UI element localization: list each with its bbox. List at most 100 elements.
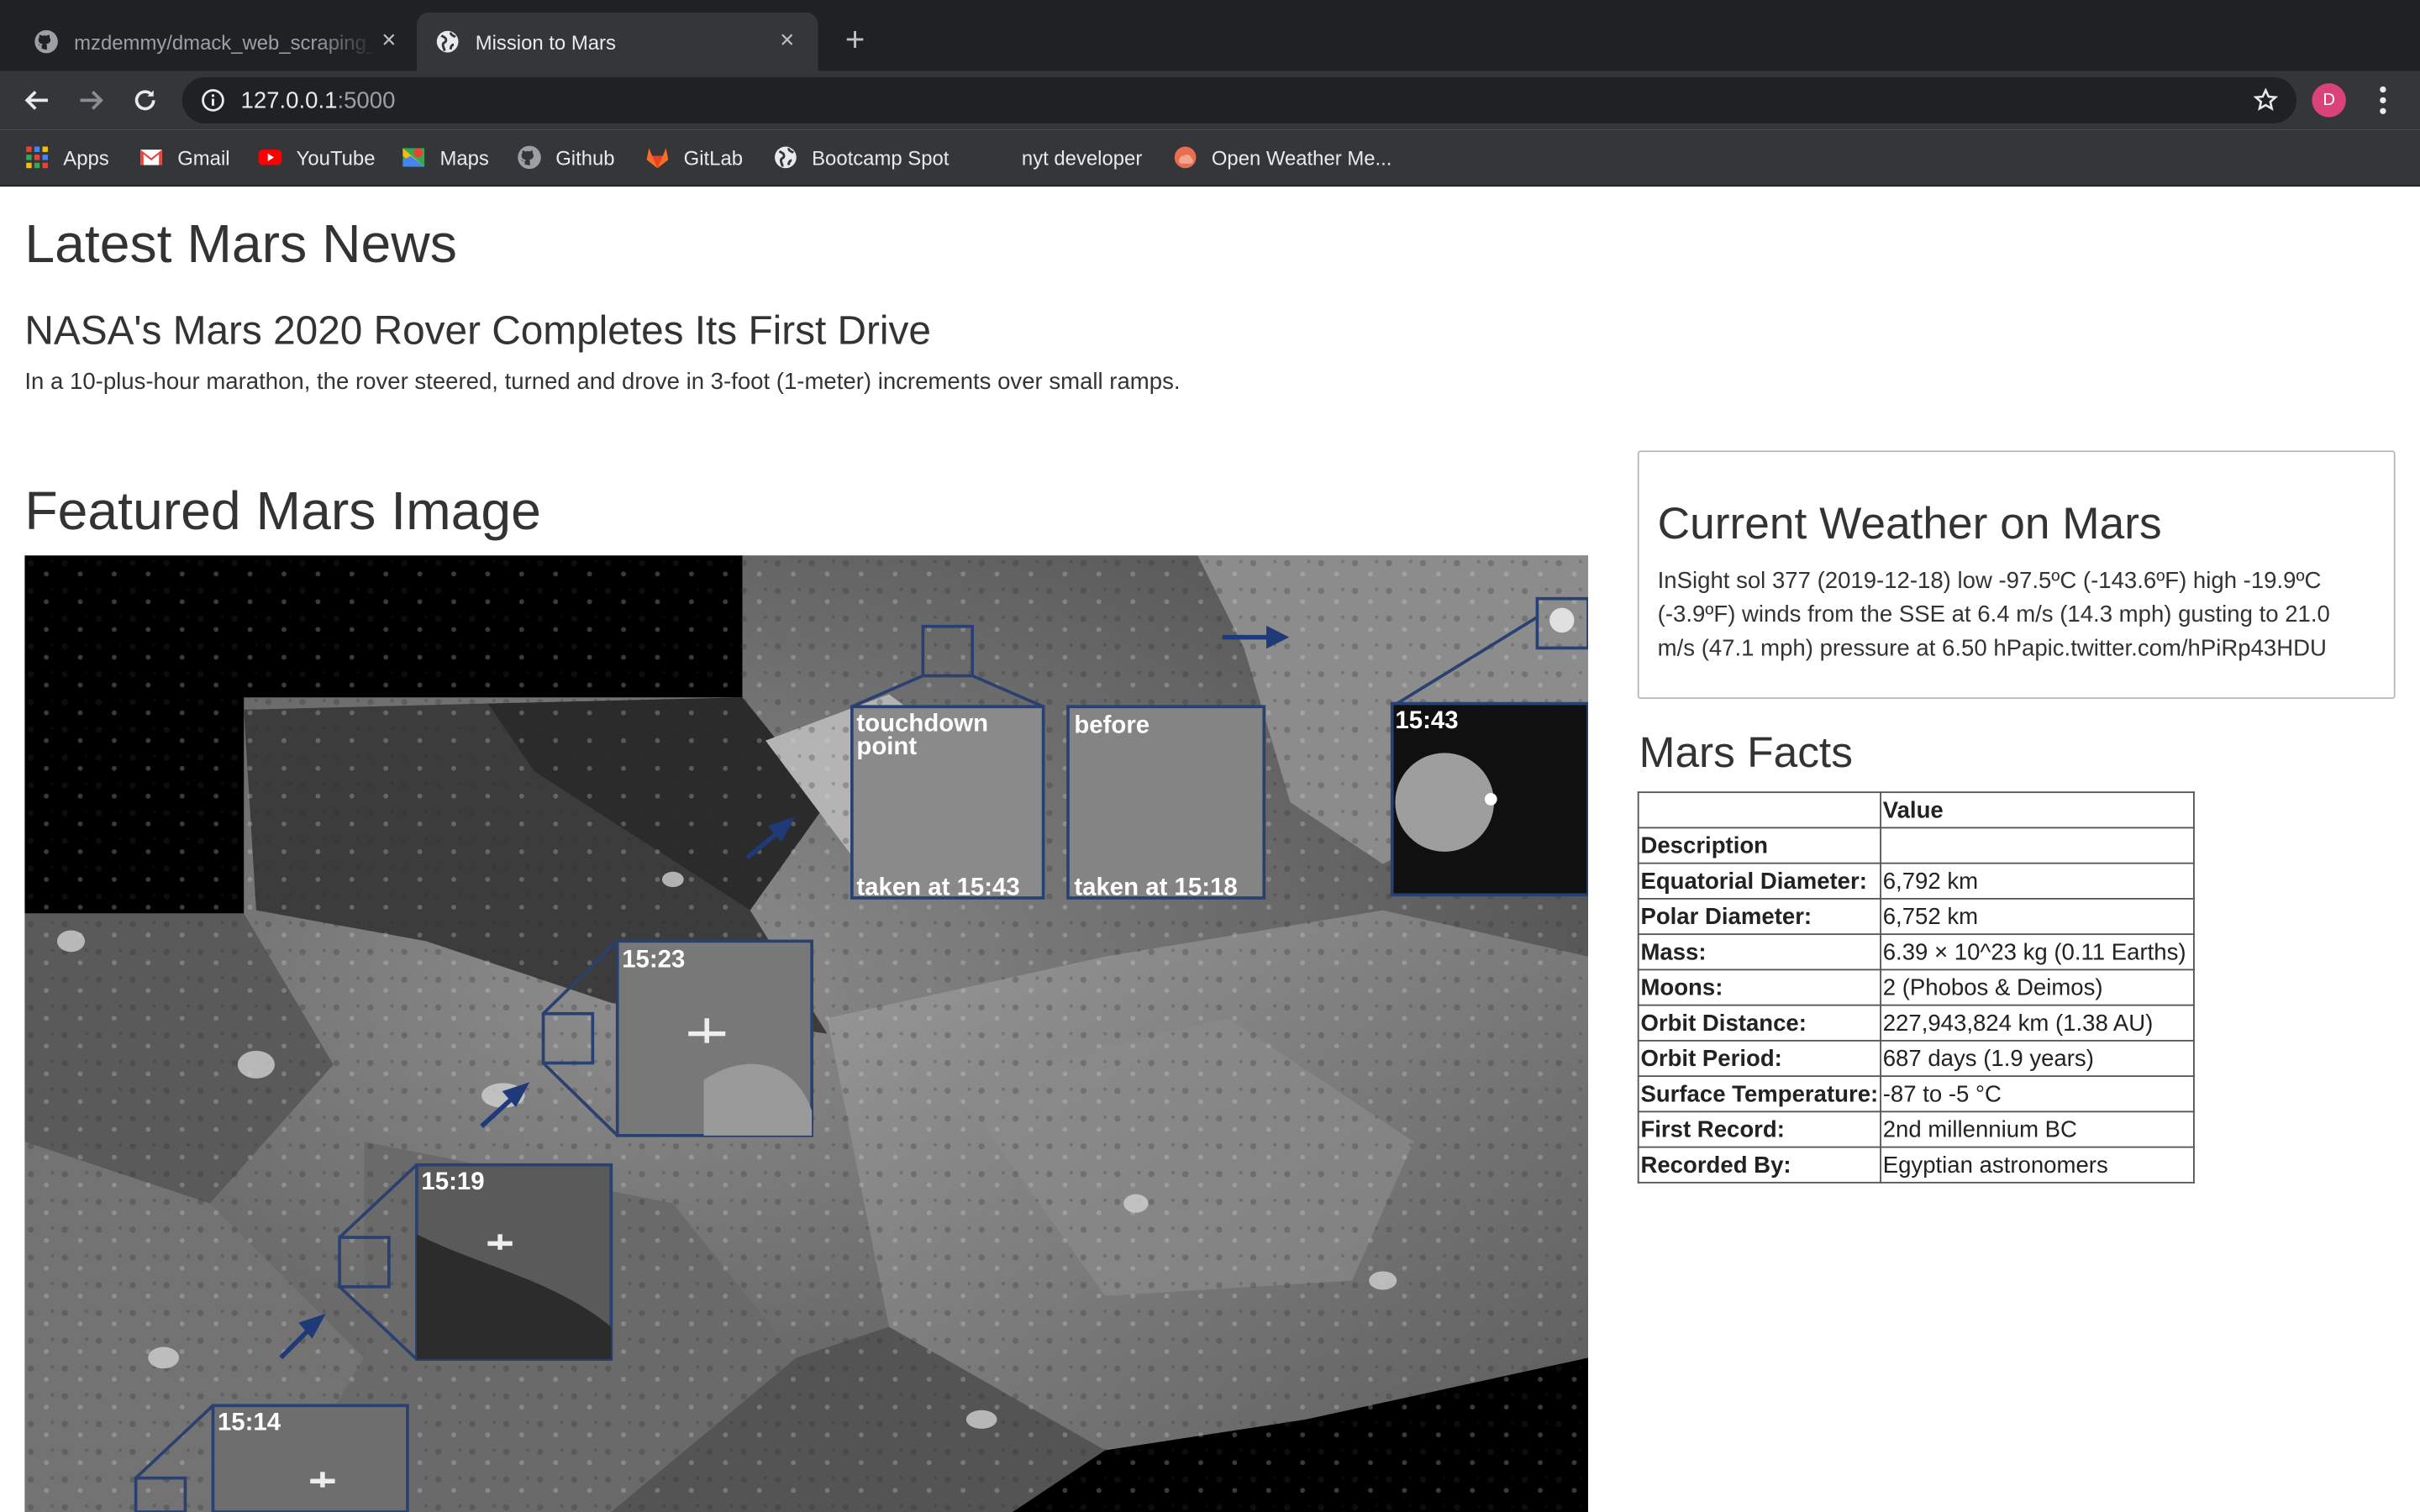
bookmark-label: Github: [555, 145, 615, 170]
tab-mission-to-mars[interactable]: Mission to Mars ×: [416, 12, 818, 71]
maps-icon: [402, 148, 425, 167]
fact-label: Recorded By:: [1637, 1146, 1881, 1184]
fact-value: 6,752 km: [1880, 897, 2195, 936]
label-1543: 15:43: [1395, 706, 1458, 734]
bookmark-nyt-developer[interactable]: nyt developer: [1022, 129, 1142, 185]
table-row: Equatorial Diameter: 6,792 km: [1637, 862, 2195, 900]
bookmark-label: nyt developer: [1021, 145, 1143, 170]
table-header-value: Value: [1880, 791, 2195, 829]
forward-button[interactable]: [72, 81, 109, 118]
fact-value: 2 (Phobos & Deimos): [1880, 969, 2195, 1006]
bookmarks-bar: Apps Gmail YouTube Maps Github GitLab Bo…: [0, 129, 2420, 187]
bookmark-youtube[interactable]: YouTube: [258, 129, 376, 185]
profile-avatar[interactable]: D: [2312, 83, 2346, 118]
mars-facts-table: Value Description Equatorial Diameter: 6,7…: [1637, 791, 2195, 1184]
weather-heading: Current Weather on Mars: [1657, 500, 2162, 549]
table-row: Orbit Distance: 227,943,824 km (1.38 AU): [1637, 1004, 2195, 1042]
fact-value: [1880, 827, 2195, 864]
table-row: Surface Temperature: -87 to -5 °C: [1637, 1075, 2195, 1113]
bookmark-apps[interactable]: Apps: [24, 129, 109, 185]
close-tab-icon[interactable]: ×: [376, 29, 401, 54]
bookmark-open-weather[interactable]: Open Weather Me...: [1173, 129, 1392, 185]
page-content: Latest Mars News NASA's Mars 2020 Rover …: [0, 186, 2420, 1512]
back-button[interactable]: [18, 81, 55, 118]
reload-button[interactable]: [127, 81, 164, 118]
info-icon[interactable]: [201, 88, 225, 113]
fact-value: 6,792 km: [1880, 862, 2195, 900]
gmail-icon: [140, 150, 162, 165]
openweather-icon: [1174, 146, 1197, 169]
featured-mars-image: touchdown point taken at 15:43 before ta…: [24, 555, 1589, 1512]
table-row: Description: [1637, 827, 2195, 864]
fact-value: -87 to -5 °C: [1880, 1075, 2195, 1113]
fact-label: Orbit Distance:: [1637, 1004, 1881, 1042]
label-point: point: [856, 732, 917, 760]
bookmark-github[interactable]: Github: [517, 129, 615, 185]
news-teaser: In a 10-plus-hour marathon, the rover st…: [24, 368, 1181, 396]
bookmark-label: Maps: [439, 145, 489, 170]
close-tab-icon[interactable]: ×: [775, 29, 799, 54]
url-port: :5000: [337, 87, 396, 114]
fact-value: 227,943,824 km (1.38 AU): [1880, 1004, 2195, 1042]
fact-value: 2nd millennium BC: [1880, 1110, 2195, 1148]
weather-report: InSight sol 377 (2019-12-18) low -97.5ºC…: [1657, 567, 2330, 662]
fact-label: Mass:: [1637, 933, 1881, 971]
fact-value: 6.39 × 10^23 kg (0.11 Earths): [1880, 933, 2195, 971]
fact-value: Egyptian astronomers: [1880, 1146, 2195, 1184]
bookmark-label: Bootcamp Spot: [812, 145, 950, 170]
menu-kebab-icon[interactable]: [2370, 83, 2395, 117]
arrow-left-icon: [24, 90, 48, 110]
comet-landing-mosaic: touchdown point taken at 15:43 before ta…: [24, 555, 1589, 1512]
facts-heading: Mars Facts: [1639, 727, 1853, 776]
bookmark-star-icon[interactable]: [2253, 87, 2279, 113]
url-text: 127.0.0.1:5000: [241, 87, 396, 113]
table-header-row: Value: [1637, 791, 2195, 829]
fact-label: First Record:: [1637, 1110, 1881, 1148]
label-1514: 15:14: [218, 1409, 281, 1436]
fact-label: Description: [1637, 827, 1881, 864]
fact-label: Moons:: [1637, 969, 1881, 1006]
bookmark-bootcamp-spot[interactable]: Bootcamp Spot: [773, 129, 949, 185]
github-icon: [518, 145, 541, 170]
new-tab-button[interactable]: +: [837, 21, 874, 59]
label-taken-1518: taken at 15:18: [1074, 873, 1237, 900]
tab-title: mzdemmy/dmack_web_scraping_challenge: [74, 29, 377, 54]
bookmark-label: Apps: [63, 145, 109, 170]
table-row: Moons: 2 (Phobos & Deimos): [1637, 969, 2195, 1006]
facts-table-body: Description Equatorial Diameter: 6,792 km P…: [1637, 827, 2195, 1184]
news-title: NASA's Mars 2020 Rover Completes Its Fir…: [24, 307, 931, 354]
label-before: before: [1074, 711, 1150, 738]
arrow-right-icon: [80, 90, 103, 110]
browser-toolbar: 127.0.0.1:5000 D: [0, 71, 2420, 130]
table-row: First Record: 2nd millennium BC: [1637, 1110, 2195, 1148]
fact-label: Polar Diameter:: [1637, 897, 1881, 936]
bookmark-label: Gmail: [177, 145, 230, 170]
table-row: Orbit Period: 687 days (1.9 years): [1637, 1039, 2195, 1078]
gitlab-icon: [646, 148, 669, 169]
table-row: Mass: 6.39 × 10^23 kg (0.11 Earths): [1637, 933, 2195, 971]
tab-title: Mission to Mars: [475, 29, 616, 54]
bookmark-label: YouTube: [296, 145, 376, 170]
fact-label: Orbit Period:: [1637, 1039, 1881, 1078]
globe-icon: [775, 146, 797, 169]
fact-value: 687 days (1.9 years): [1880, 1039, 2195, 1078]
bookmark-maps[interactable]: Maps: [402, 129, 489, 185]
bookmark-gmail[interactable]: Gmail: [139, 129, 230, 185]
fact-label: Equatorial Diameter:: [1637, 862, 1881, 900]
fact-label: Surface Temperature:: [1637, 1075, 1881, 1113]
tab-github[interactable]: mzdemmy/dmack_web_scraping_challenge ×: [15, 13, 419, 71]
news-heading: Latest Mars News: [24, 214, 457, 275]
apps-grid-icon: [26, 146, 48, 169]
bookmark-gitlab[interactable]: GitLab: [645, 129, 743, 185]
featured-image-heading: Featured Mars Image: [24, 481, 541, 542]
github-icon: [34, 29, 58, 54]
table-row: Polar Diameter: 6,752 km: [1637, 897, 2195, 936]
weather-panel: Current Weather on Mars InSight sol 377 …: [1637, 450, 2396, 700]
globe-icon: [436, 30, 459, 53]
label-1523: 15:23: [622, 946, 685, 974]
reload-icon: [134, 90, 155, 111]
table-header-empty: [1637, 791, 1881, 829]
youtube-icon: [258, 150, 282, 165]
address-bar[interactable]: 127.0.0.1:5000: [182, 76, 2297, 123]
url-host: 127.0.0.1: [240, 87, 338, 114]
